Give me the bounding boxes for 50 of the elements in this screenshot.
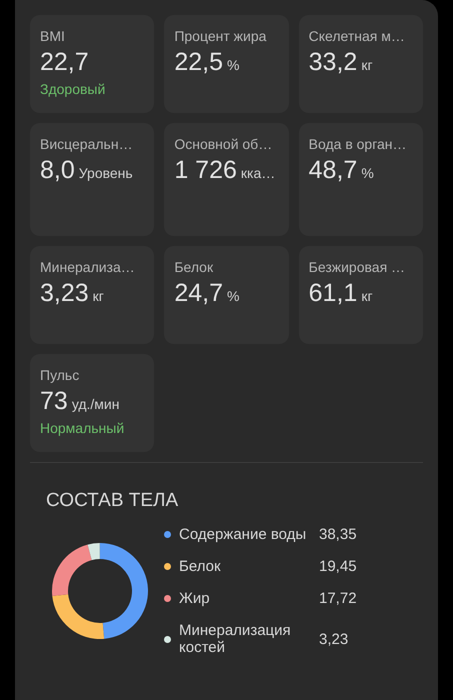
metric-card[interactable]: Процент жира 22,5 %: [164, 15, 289, 113]
metric-label: Безжировая …: [308, 259, 406, 275]
metric-card[interactable]: BMI 22,7 Здоровый: [30, 15, 154, 113]
metric-card[interactable]: Основной об… 1 726 кка…: [164, 123, 289, 236]
metric-value: 24,7: [174, 279, 223, 308]
metric-card[interactable]: Безжировая … 61,1 кг: [298, 246, 423, 344]
metric-label: Вода в орган…: [308, 136, 408, 152]
metric-value: 3,23: [40, 279, 89, 308]
metric-value: 22,5: [174, 48, 223, 77]
legend-value: 38,35: [319, 526, 357, 543]
metric-unit: %: [361, 165, 374, 181]
metric-value: 48,7: [308, 156, 358, 185]
legend-label: Минерализация костей: [179, 622, 292, 656]
metric-label: Висцеральн…: [40, 136, 134, 152]
metric-card[interactable]: Висцеральн… 8,0 Уровень: [30, 123, 154, 236]
metric-label: Белок: [174, 259, 214, 275]
metric-value: 8,0: [40, 156, 75, 185]
metric-label: Пульс: [40, 367, 80, 383]
legend-label: Белок: [179, 558, 222, 575]
metric-card[interactable]: Белок 24,7 %: [164, 246, 289, 344]
metric-unit: уд./мин: [72, 396, 120, 412]
metric-card[interactable]: Вода в орган… 48,7 %: [298, 123, 423, 236]
legend-label: Содержание воды: [179, 526, 308, 543]
metric-status: Нормальный: [40, 420, 126, 436]
metric-label: BMI: [40, 28, 66, 44]
metric-card[interactable]: Скелетная м… 33,2 кг: [298, 15, 423, 113]
metric-unit: %: [227, 288, 240, 304]
metric-label: Минерализа…: [40, 259, 136, 275]
metric-value: 33,2: [308, 48, 358, 77]
metric-card[interactable]: Минерализа… 3,23 кг: [30, 246, 154, 344]
metric-unit: кка…: [240, 165, 276, 181]
metric-status: Здоровый: [40, 81, 106, 97]
metric-unit: кг: [92, 288, 104, 304]
metric-value: 61,1: [308, 279, 358, 308]
metric-unit: кг: [361, 57, 373, 73]
metric-value: 73: [40, 387, 68, 416]
legend-label: Жир: [179, 590, 211, 607]
metric-label: Процент жира: [174, 28, 268, 44]
metric-label: Скелетная м…: [308, 28, 406, 44]
metric-unit: Уровень: [78, 165, 133, 181]
metric-unit: кг: [361, 288, 373, 304]
metric-value: 22,7: [40, 48, 89, 77]
metric-label: Основной об…: [174, 136, 274, 152]
section-title: СОСТАВ ТЕЛА: [46, 490, 180, 512]
metric-card[interactable]: Пульс 73 уд./мин Нормальный: [30, 354, 154, 452]
metric-unit: %: [227, 57, 240, 73]
legend-value: 19,45: [319, 558, 357, 575]
legend-value: 3,23: [319, 630, 348, 648]
metric-value: 1 726: [174, 156, 237, 185]
legend-value: 17,72: [319, 590, 357, 607]
